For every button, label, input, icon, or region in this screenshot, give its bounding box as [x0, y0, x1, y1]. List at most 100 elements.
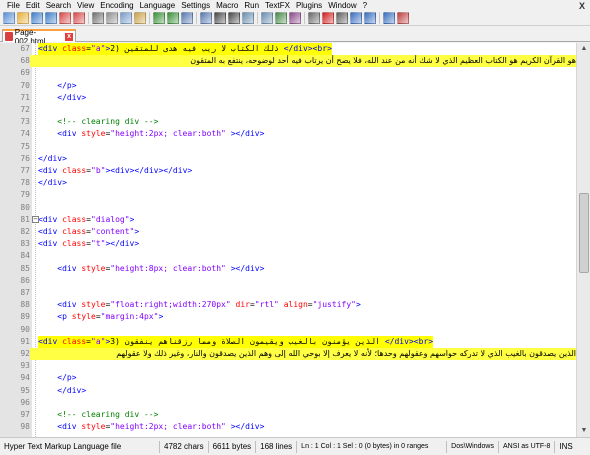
zoom-out-icon[interactable] [228, 12, 240, 24]
run-macro-icon[interactable] [364, 12, 376, 24]
line-number: 95 [20, 385, 30, 395]
menu-textfx[interactable]: TextFX [262, 0, 293, 11]
spellcheck-icon[interactable] [397, 12, 409, 24]
code-text: </div> [57, 385, 87, 395]
code-line[interactable]: 93 [0, 360, 576, 372]
paste-icon[interactable] [134, 12, 146, 24]
line-number: 88 [20, 300, 30, 310]
line-number: 97 [20, 410, 30, 419]
menu-language[interactable]: Language [137, 0, 179, 11]
code-line[interactable]: 97 <!-- clearing div --> [0, 409, 576, 421]
status-mode: INS [559, 441, 573, 451]
code-line[interactable]: 95 </div> [0, 385, 576, 397]
open-icon[interactable] [17, 12, 29, 24]
menu-view[interactable]: View [74, 0, 97, 11]
menu-encoding[interactable]: Encoding [97, 0, 136, 11]
menu-file[interactable]: File [4, 0, 23, 11]
scroll-up-icon[interactable]: ▲ [578, 43, 590, 55]
menu-window[interactable]: Window [325, 0, 359, 11]
code-line[interactable]: 90 [0, 324, 576, 336]
code-line[interactable]: 80 [0, 202, 576, 214]
sync-v-icon[interactable] [242, 12, 254, 24]
line-number: 69 [20, 68, 30, 78]
record-macro-icon[interactable] [322, 12, 334, 24]
tab-close-icon[interactable]: x [65, 32, 74, 41]
code-line[interactable]: 89 <p style="margin:4px"> [0, 311, 576, 323]
code-editor[interactable]: 67 <div class="a">2) ذلك الكتاب لا ريب في… [0, 43, 576, 437]
code-text: <div class="b"><div></div></div> [38, 166, 193, 175]
cut-icon[interactable] [106, 12, 118, 24]
close-all-icon[interactable] [73, 12, 85, 24]
code-text: <div class="a">2) ذلك الكتاب لا ريب فيه … [38, 43, 332, 55]
code-text: <div style="height:8px; clear:both" ></d… [57, 263, 265, 273]
code-line[interactable]: 83 <div class="t"></div> [0, 238, 576, 250]
html-file-icon [5, 32, 13, 41]
line-number: 87 [20, 288, 30, 297]
menu-macro[interactable]: Macro [213, 0, 241, 11]
code-text: <div style="float:right;width:270px" dir… [57, 300, 361, 310]
replace-icon[interactable] [200, 12, 212, 24]
code-line[interactable]: 71 </div> [0, 92, 576, 104]
code-line[interactable]: 76 </div> [0, 153, 576, 165]
redo-icon[interactable] [167, 12, 179, 24]
code-line[interactable]: 74 <div style="height:2px; clear:both" >… [0, 128, 576, 140]
code-text: <div class="t"></div> [38, 239, 140, 249]
code-line[interactable]: 92 الذين يصدقون بالغيب الذي لا تدركه حواس… [0, 348, 576, 360]
code-text: </div> [57, 92, 87, 102]
code-line[interactable]: 88 <div style="float:right;width:270px" … [0, 299, 576, 311]
sync-h-icon[interactable] [261, 12, 273, 24]
code-line[interactable]: 87 [0, 287, 576, 299]
vertical-scrollbar[interactable]: ▲ ▼ [576, 43, 590, 437]
menu-search[interactable]: Search [43, 0, 74, 11]
code-line[interactable]: 69 [0, 67, 576, 79]
code-line[interactable]: 78 </div> [0, 177, 576, 189]
new-icon[interactable] [3, 12, 15, 24]
code-line[interactable]: 70 </p> [0, 80, 576, 92]
menu-help[interactable]: ? [360, 0, 370, 11]
code-line[interactable]: 96 [0, 397, 576, 409]
menu-settings[interactable]: Settings [178, 0, 213, 11]
close-icon[interactable] [59, 12, 71, 24]
wrap-icon[interactable] [275, 12, 287, 24]
undo-icon[interactable] [153, 12, 165, 24]
scroll-thumb[interactable] [579, 193, 589, 273]
code-line[interactable]: 67 <div class="a">2) ذلك الكتاب لا ريب في… [0, 43, 576, 55]
print-icon[interactable] [92, 12, 104, 24]
code-line[interactable]: 91 <div class="a">3) الذين يؤمنون بالغيب … [0, 335, 576, 348]
menu-plugins[interactable]: Plugins [293, 0, 325, 11]
document-close-icon[interactable]: X [579, 1, 590, 11]
line-number: 82 [20, 227, 30, 236]
zoom-in-icon[interactable] [214, 12, 226, 24]
code-line[interactable]: 79 [0, 189, 576, 201]
stop-macro-icon[interactable] [336, 12, 348, 24]
menu-run[interactable]: Run [241, 0, 262, 11]
status-lines: 168 lines [256, 440, 298, 453]
code-line[interactable]: 72 [0, 104, 576, 116]
code-line[interactable]: 68 هو القرآن الكريم هو الكتاب العظيم الذي… [0, 55, 576, 68]
save-macro-icon[interactable] [383, 12, 395, 24]
code-line[interactable]: 85 <div style="height:8px; clear:both" >… [0, 263, 576, 275]
line-number: 84 [20, 251, 30, 261]
all-chars-icon[interactable] [289, 12, 301, 24]
save-all-icon[interactable] [45, 12, 57, 24]
code-line[interactable]: 82 <div class="content"> [0, 226, 576, 238]
tab-page-002[interactable]: Page-002.html x [2, 28, 76, 46]
code-line[interactable]: 75 [0, 141, 576, 153]
fold-toggle-icon[interactable]: − [32, 215, 39, 223]
find-icon[interactable] [181, 12, 193, 24]
code-line[interactable]: 86 [0, 275, 576, 287]
code-line[interactable]: 81 <div class="dialog"> − [0, 214, 576, 226]
indent-guide-icon[interactable] [308, 12, 320, 24]
save-icon[interactable] [31, 12, 43, 24]
toolbar-separator [379, 12, 380, 24]
copy-icon[interactable] [120, 12, 132, 24]
code-line[interactable]: 94 </p> [0, 372, 576, 384]
code-line[interactable]: 98 <div style="height:2px; clear:both" >… [0, 421, 576, 433]
code-line[interactable]: 73 <!-- clearing div --> [0, 116, 576, 128]
line-number: 67 [20, 44, 30, 53]
scroll-down-icon[interactable]: ▼ [578, 425, 590, 437]
code-line[interactable]: 84 [0, 250, 576, 262]
menu-edit[interactable]: Edit [23, 0, 43, 11]
play-macro-icon[interactable] [350, 12, 362, 24]
code-line[interactable]: 77 <div class="b"><div></div></div> [0, 165, 576, 177]
